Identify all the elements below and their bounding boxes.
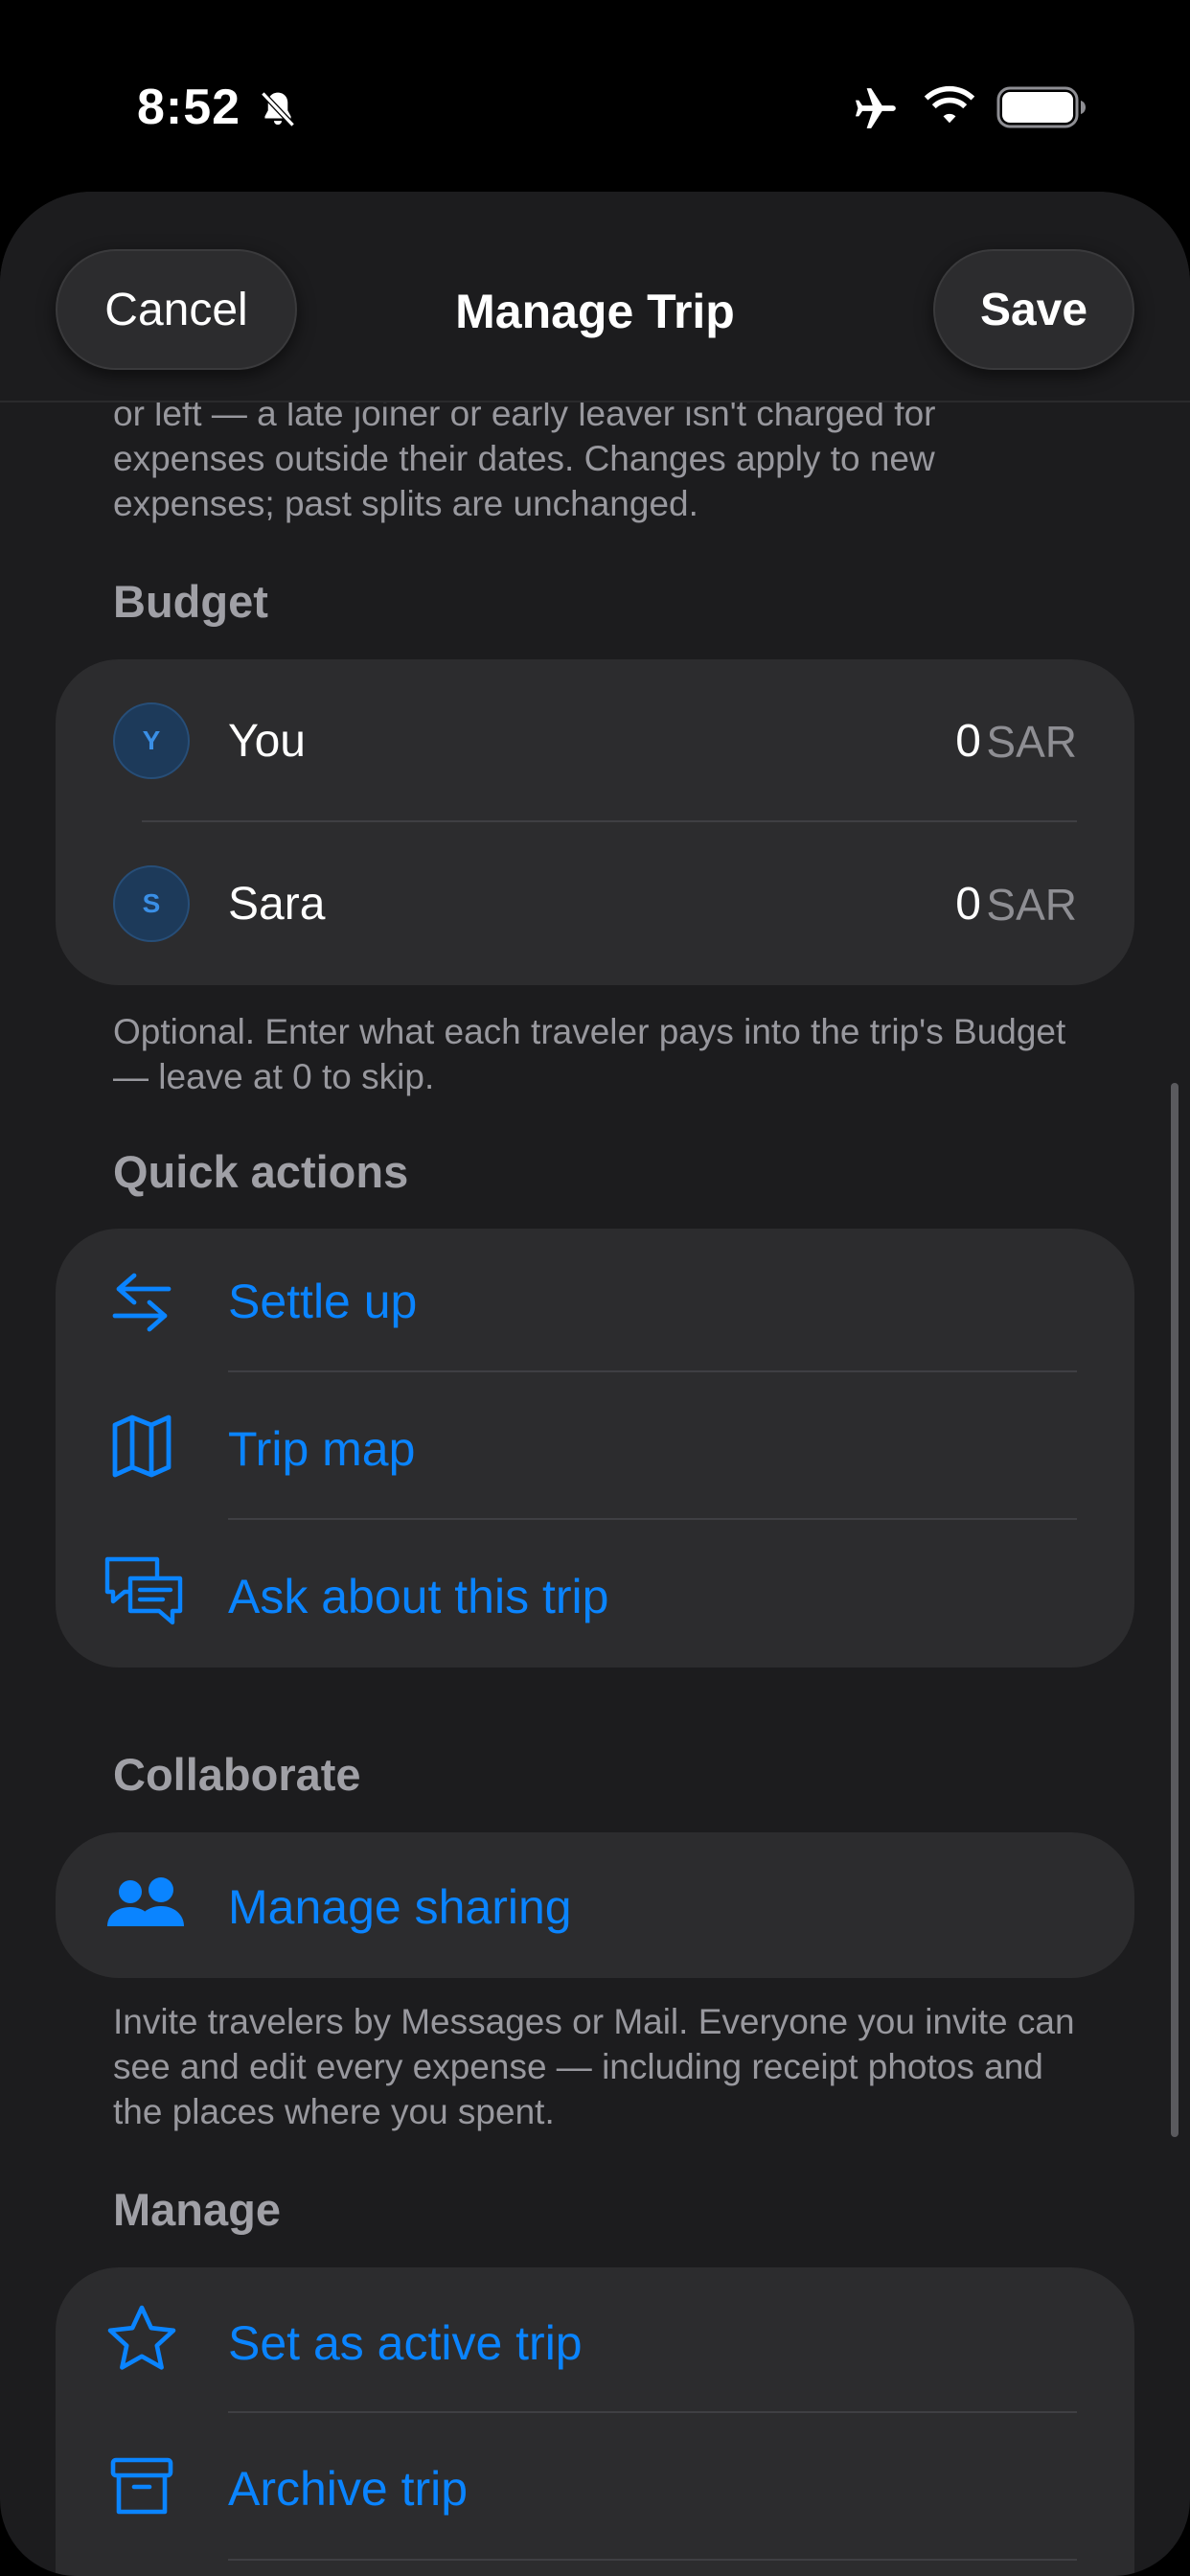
quick-actions-section-header: Quick actions [113, 1146, 409, 1197]
manage-section-header: Manage [113, 2184, 281, 2235]
status-bar: 8:52 [0, 0, 1190, 192]
budget-amount-input[interactable]: 0 [955, 878, 981, 931]
set-active-trip-label: Set as active trip [228, 2316, 583, 2370]
budget-row-you: Y You 0 SAR [56, 659, 1134, 822]
chat-bubbles-icon [104, 1556, 183, 1625]
collaborate-section-header: Collaborate [113, 1749, 361, 1800]
trip-map-label: Trip map [228, 1422, 416, 1476]
traveler-name: Sara [228, 879, 326, 930]
people-icon [107, 1877, 184, 1926]
settle-up-label: Settle up [228, 1275, 418, 1328]
ask-about-trip-row[interactable]: Ask about this trip [56, 1520, 1134, 1668]
archive-trip-row[interactable]: Archive trip [56, 2413, 1134, 2561]
collaborate-card: Manage sharing [56, 1832, 1134, 1978]
budget-amount-input[interactable]: 0 [955, 715, 981, 768]
avatar: S [113, 865, 190, 942]
ask-about-trip-label: Ask about this trip [228, 1570, 609, 1623]
currency-label: SAR [986, 717, 1077, 767]
arrows-left-right-icon [112, 1273, 172, 1332]
manage-sharing-row[interactable]: Manage sharing [56, 1832, 1134, 1978]
manage-trip-sheet: or left — a late joiner or early leaver … [0, 192, 1190, 2576]
avatar: Y [113, 702, 190, 779]
manage-card: Set as active trip Archive trip [56, 2267, 1134, 2576]
dates-footer-note: or left — a late joiner or early leaver … [113, 394, 936, 523]
map-icon [112, 1414, 172, 1478]
bell-slash-icon [261, 91, 295, 127]
budget-row-sara: S Sara 0 SAR [56, 822, 1134, 985]
set-active-trip-row[interactable]: Set as active trip [56, 2267, 1134, 2415]
nav-bar: Cancel Manage Trip Save [0, 192, 1190, 402]
quick-actions-card: Settle up Trip map Ask about this trip [56, 1229, 1134, 1668]
manage-sharing-label: Manage sharing [228, 1880, 572, 1934]
budget-footer-note: Optional. Enter what each traveler pays … [113, 1012, 1066, 1096]
wifi-icon [924, 85, 975, 124]
star-icon [107, 2305, 176, 2370]
traveler-name: You [228, 716, 306, 767]
airplane-icon [855, 88, 896, 128]
budget-section-header: Budget [113, 576, 268, 627]
status-time: 8:52 [137, 80, 241, 135]
budget-card: Y You 0 SAR S Sara 0 SAR [56, 659, 1134, 985]
scrollbar[interactable] [1171, 1083, 1179, 2137]
collaborate-footer-note: Invite travelers by Messages or Mail. Ev… [113, 2002, 1075, 2131]
row-divider [228, 2559, 1077, 2561]
archive-box-icon [110, 2457, 173, 2515]
save-button[interactable]: Save [933, 249, 1134, 370]
trip-map-row[interactable]: Trip map [56, 1372, 1134, 1520]
currency-label: SAR [986, 880, 1077, 930]
battery-icon [996, 86, 1086, 128]
settle-up-row[interactable]: Settle up [56, 1229, 1134, 1376]
archive-trip-label: Archive trip [228, 2462, 469, 2516]
